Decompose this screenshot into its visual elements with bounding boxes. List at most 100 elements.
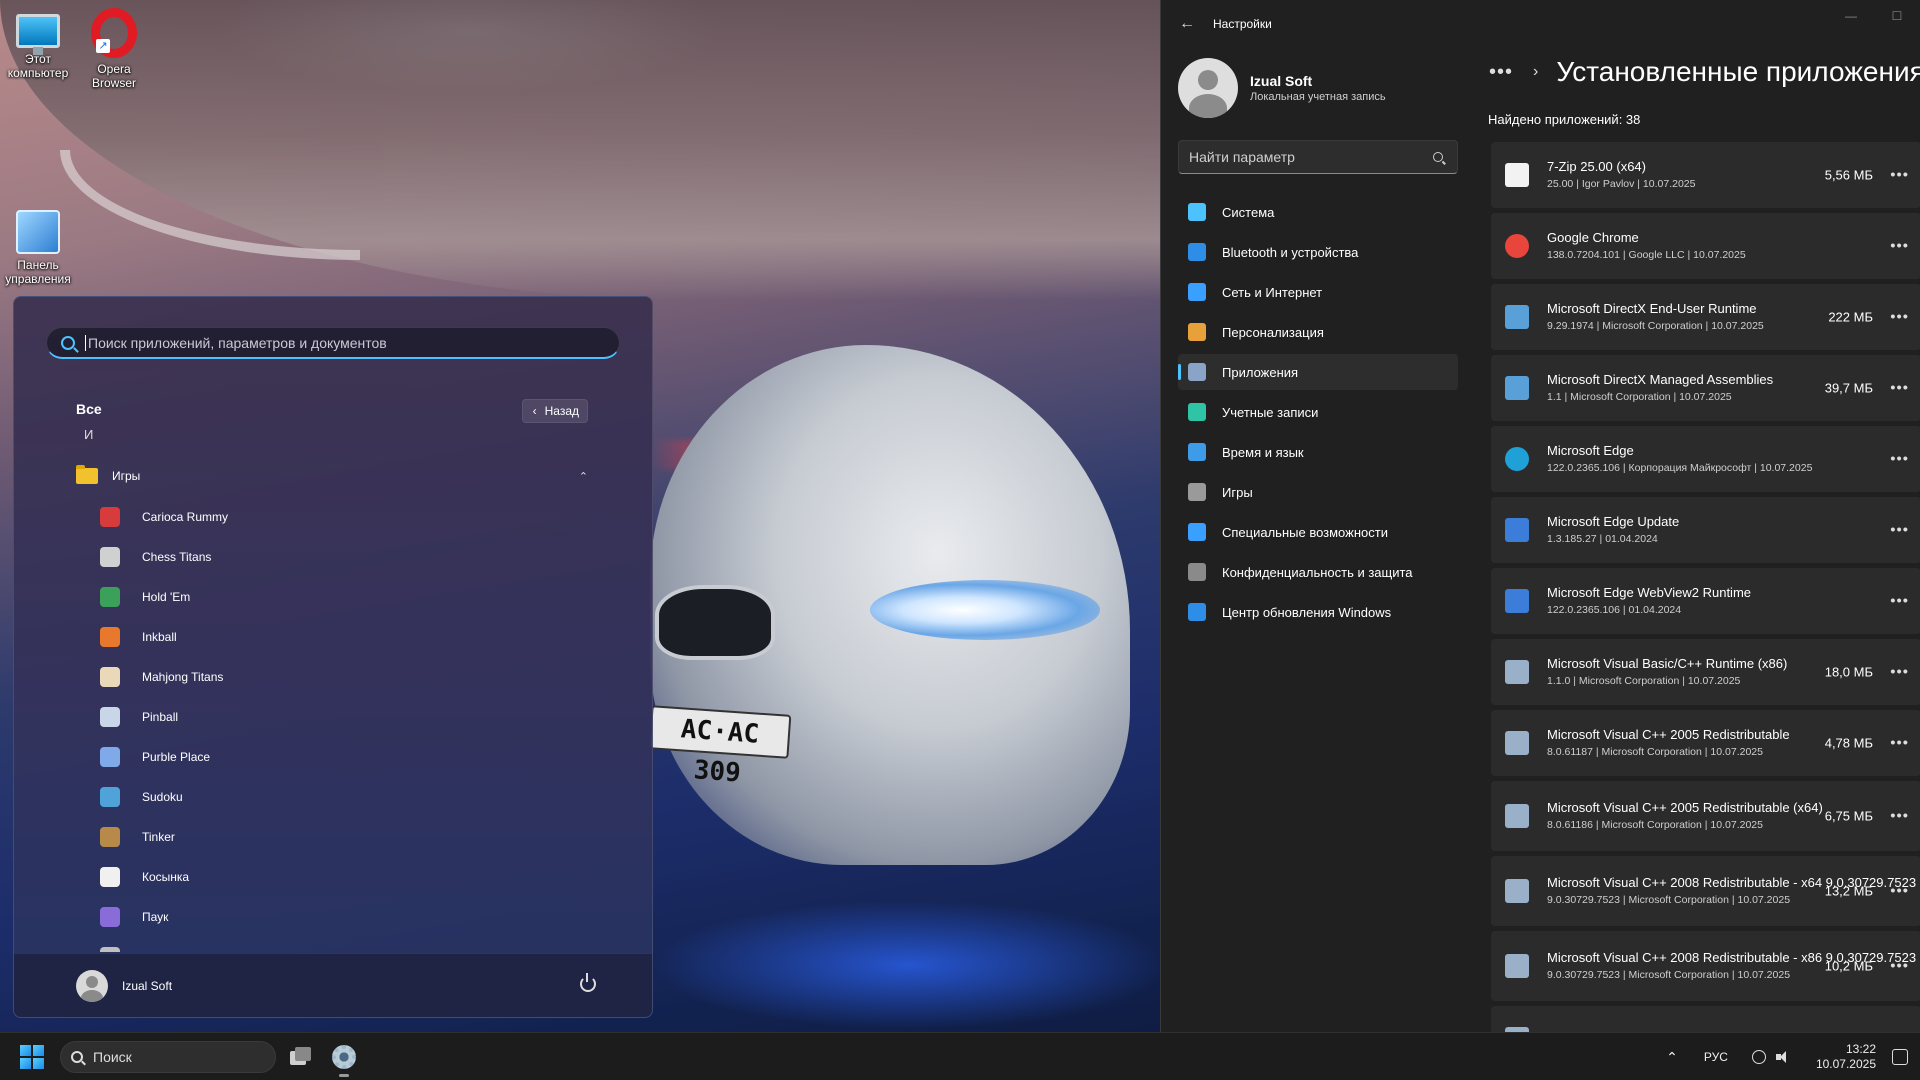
start-app-label: Purble Place [142, 750, 211, 764]
user-profile[interactable]: Izual Soft Локальная учетная запись [1178, 58, 1386, 118]
taskbar-search[interactable]: Поиск [60, 1041, 276, 1073]
app-name: Microsoft Edge Update [1547, 514, 1680, 529]
wallpaper-car-headlight [870, 580, 1100, 640]
arrow-left-icon[interactable]: ← [1179, 16, 1195, 32]
app-row: Microsoft Edge 122.0.2365.106 | Корпораци… [1491, 426, 1920, 492]
start-app-item[interactable]: Sudoku [100, 777, 620, 817]
search-icon [71, 1051, 83, 1063]
nav-item[interactable]: Время и язык [1178, 434, 1458, 470]
start-app-item[interactable]: Косынка [100, 857, 620, 897]
more-options-button[interactable]: ••• [1890, 808, 1909, 825]
more-options-button[interactable]: ••• [1890, 664, 1909, 681]
desktop-icon-this-pc[interactable]: Этот компьютер [0, 8, 76, 80]
pinball-icon [100, 707, 120, 727]
nav-item[interactable]: Конфиденциальность и защита [1178, 554, 1458, 590]
system-icon [1188, 203, 1206, 221]
user-name[interactable]: Izual Soft [122, 979, 172, 993]
profile-name: Izual Soft [1250, 73, 1313, 89]
more-options-button[interactable]: ••• [1890, 380, 1909, 397]
nav-item[interactable]: Система [1178, 194, 1458, 230]
more-options-button[interactable]: ••• [1890, 522, 1909, 539]
app-row: Microsoft Visual C++ 2008 Redistributabl… [1491, 856, 1920, 926]
more-options-button[interactable]: ••• [1890, 309, 1909, 326]
more-options-button[interactable]: ••• [1890, 958, 1909, 975]
avatar[interactable] [76, 969, 108, 1002]
start-app-item[interactable]: Сапер [100, 937, 620, 952]
nav-item-label: Центр обновления Windows [1222, 604, 1392, 620]
nav-item-label: Приложения [1222, 364, 1299, 380]
app-text: Microsoft Edge WebView2 Runtime 122.0.236… [1547, 584, 1920, 618]
apps-found-count: Найдено приложений: 38 [1488, 112, 1641, 127]
more-options-button[interactable]: ••• [1890, 593, 1909, 610]
gamepad-icon [1188, 483, 1206, 501]
breadcrumb-more-button[interactable]: ••• [1489, 61, 1513, 84]
start-footer: Izual Soft [14, 953, 652, 1017]
nav-item[interactable]: Bluetooth и устройства [1178, 234, 1458, 270]
nav-item[interactable]: Сеть и Интернет [1178, 274, 1458, 310]
power-icon[interactable] [580, 973, 596, 992]
start-app-label: Inkball [142, 630, 177, 644]
start-search-input[interactable]: Поиск приложений, параметров и документо… [46, 327, 620, 359]
notification-icon[interactable] [1892, 1049, 1908, 1065]
app-row: Microsoft Visual C++ 2010 x64••• [1491, 1006, 1920, 1032]
nav-item-label: Персонализация [1222, 324, 1324, 340]
window-title: Настройки [1213, 17, 1272, 31]
nav-item[interactable]: Игры [1178, 474, 1458, 510]
minimize-icon[interactable]: — [1828, 0, 1874, 32]
control-panel-icon [16, 210, 60, 254]
nav-item[interactable]: Персонализация [1178, 314, 1458, 350]
search-icon [61, 335, 75, 350]
nav-item-label: Bluetooth и устройства [1222, 244, 1359, 260]
app-row: Microsoft Visual Basic/C++ Runtime (x86)… [1491, 639, 1920, 705]
task-view-icon[interactable] [290, 1047, 312, 1065]
folder-games[interactable]: Игры ⌃ [76, 461, 606, 491]
computer-icon [16, 14, 60, 55]
desktop-icon-label: управления [5, 272, 71, 286]
start-app-label: Carioca Rummy [142, 510, 229, 524]
minesweeper-icon [100, 947, 120, 952]
nav-item[interactable]: Специальные возможности [1178, 514, 1458, 550]
input-language[interactable]: РУС [1704, 1050, 1728, 1064]
start-app-label: Mahjong Titans [142, 670, 224, 684]
more-options-button[interactable]: ••• [1890, 883, 1909, 900]
desktop-icon-control-panel[interactable]: Панель управления [0, 210, 76, 286]
start-app-item[interactable]: Tinker [100, 817, 620, 857]
start-app-item[interactable]: Mahjong Titans [100, 657, 620, 697]
settings-gear-icon[interactable] [332, 1045, 356, 1069]
start-app-item[interactable]: Inkball [100, 617, 620, 657]
clock[interactable]: 13:22 10.07.2025 [1816, 1042, 1876, 1072]
start-app-item[interactable]: Carioca Rummy [100, 497, 620, 537]
start-app-item[interactable]: Purble Place [100, 737, 620, 777]
start-app-label: Chess Titans [142, 550, 212, 564]
nav-item[interactable]: Центр обновления Windows [1178, 594, 1458, 630]
taskbar: Поиск ⌃ РУС 13:22 10.07.2025 [0, 1032, 1920, 1080]
start-app-item[interactable]: Pinball [100, 697, 620, 737]
alphabet-letter-header[interactable]: И [84, 427, 93, 442]
windows-update-icon [1188, 603, 1206, 621]
app-size: 222 МБ [1828, 309, 1873, 325]
maximize-icon[interactable]: ☐ [1874, 0, 1920, 32]
nav-item[interactable]: Учетные записи [1178, 394, 1458, 430]
tinker-icon [100, 827, 120, 847]
windows-start-icon[interactable] [20, 1045, 44, 1069]
start-app-item[interactable]: Паук [100, 897, 620, 937]
system-tray: ⌃ РУС 13:22 10.07.2025 [1666, 1033, 1920, 1080]
more-options-button[interactable]: ••• [1890, 735, 1909, 752]
more-options-button[interactable]: ••• [1890, 238, 1909, 255]
nav-item-label: Игры [1222, 484, 1253, 500]
settings-search-input[interactable]: Найти параметр [1178, 140, 1458, 174]
app-row: Microsoft DirectX End-User Runtime 9.29.1… [1491, 284, 1920, 350]
7zip-icon [1505, 163, 1529, 187]
chevron-up-icon[interactable]: ⌃ [1666, 1049, 1678, 1066]
start-app-item[interactable]: Chess Titans [100, 537, 620, 577]
app-row: Google Chrome 138.0.7204.101 | Google LLC… [1491, 213, 1920, 279]
desktop-icon-opera[interactable]: ↗ Opera Browser [76, 8, 152, 90]
more-options-button[interactable]: ••• [1890, 167, 1909, 184]
nav-item[interactable]: Приложения [1178, 354, 1458, 390]
bluetooth-icon [1188, 243, 1206, 261]
volume-icon[interactable] [1775, 1050, 1792, 1064]
back-button[interactable]: ‹ Назад [521, 399, 588, 423]
more-options-button[interactable]: ••• [1890, 451, 1909, 468]
start-app-item[interactable]: Hold 'Em [100, 577, 620, 617]
network-globe-icon[interactable] [1751, 1050, 1766, 1064]
